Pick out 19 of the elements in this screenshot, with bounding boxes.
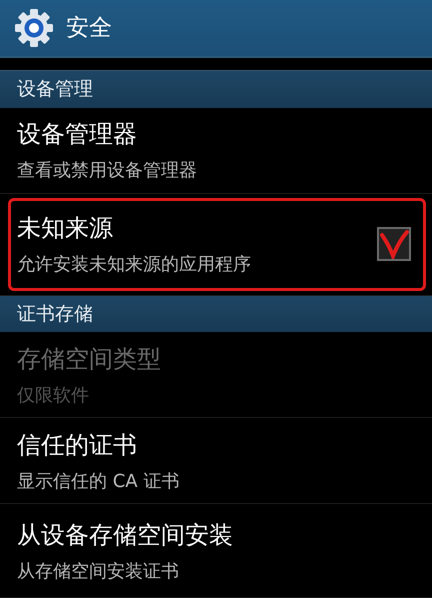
setting-summary: 显示信任的 CA 证书 <box>17 470 180 493</box>
checkbox[interactable] <box>377 227 411 262</box>
setting-title: 信任的证书 <box>17 430 138 461</box>
settings-row[interactable]: 信任的证书 显示信任的 CA 证书 <box>0 418 432 504</box>
screen-title: 安全 <box>66 14 112 44</box>
settings-row[interactable]: 未知来源 允许安装未知来源的应用程序 <box>0 194 432 296</box>
section-title: 证书存储 <box>17 302 93 327</box>
setting-title: 从设备存储空间安装 <box>17 520 234 551</box>
section-title: 设备管理 <box>17 77 93 102</box>
setting-summary: 允许安装未知来源的应用程序 <box>17 253 252 276</box>
setting-summary: 仅限软件 <box>17 384 90 407</box>
setting-title: 未知来源 <box>17 213 114 244</box>
setting-title: 存储空间类型 <box>17 344 162 375</box>
setting-title: 设备管理器 <box>17 119 138 150</box>
settings-icon <box>14 8 54 48</box>
setting-summary: 查看或禁用设备管理器 <box>17 159 198 182</box>
setting-summary: 从存储空间安装证书 <box>17 560 180 583</box>
settings-row[interactable]: 从设备存储空间安装 从存储空间安装证书 <box>0 504 432 598</box>
settings-row[interactable]: 设备管理器 查看或禁用设备管理器 <box>0 108 432 194</box>
